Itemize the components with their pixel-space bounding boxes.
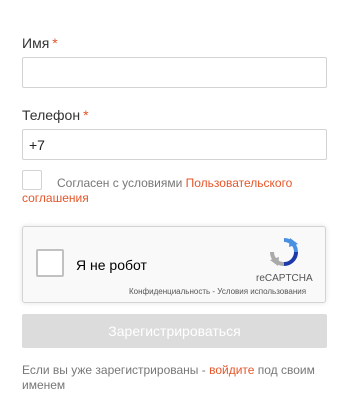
phone-field[interactable]: +7 (22, 129, 327, 160)
phone-label: Телефон * (22, 107, 89, 123)
required-marker: * (83, 107, 89, 123)
login-link[interactable]: войдите (209, 363, 254, 377)
registration-form: Имя * Телефон * +7 Согласен с условиями По… (22, 0, 327, 420)
recaptcha-logo-icon (270, 238, 298, 266)
agree-text-line2: соглашения (22, 191, 89, 205)
recaptcha-terms: Конфиденциальность - Условия использован… (129, 287, 306, 296)
name-field[interactable] (22, 57, 327, 88)
phone-field-value: +7 (29, 137, 45, 153)
agreement-link-part1[interactable]: Пользовательского (186, 176, 293, 190)
name-label: Имя * (22, 35, 58, 51)
recaptcha-privacy-link[interactable]: Конфиденциальность (129, 287, 210, 296)
agree-checkbox[interactable] (22, 170, 42, 190)
recaptcha-brand: reCAPTCHA (256, 273, 313, 284)
recaptcha-widget: Я не робот reCAPTCHA Конфиденциальность … (22, 226, 326, 303)
login-note: Если вы уже зарегистрированы - войдите п… (22, 363, 327, 393)
phone-label-text: Телефон (22, 107, 81, 123)
recaptcha-checkbox[interactable] (36, 249, 64, 277)
agree-text-plain: Согласен с условиями (57, 176, 186, 190)
login-note-prefix: Если вы уже зарегистрированы - (22, 363, 210, 377)
recaptcha-terms-link[interactable]: Условия использования (217, 287, 306, 296)
agree-text: Согласен с условиями Пользовательского (57, 176, 292, 190)
name-label-text: Имя (22, 35, 50, 51)
register-button[interactable]: Зарегистрироваться (22, 314, 327, 348)
recaptcha-label: Я не робот (76, 257, 147, 273)
required-marker: * (52, 35, 58, 51)
agreement-link-part2[interactable]: соглашения (22, 191, 89, 205)
